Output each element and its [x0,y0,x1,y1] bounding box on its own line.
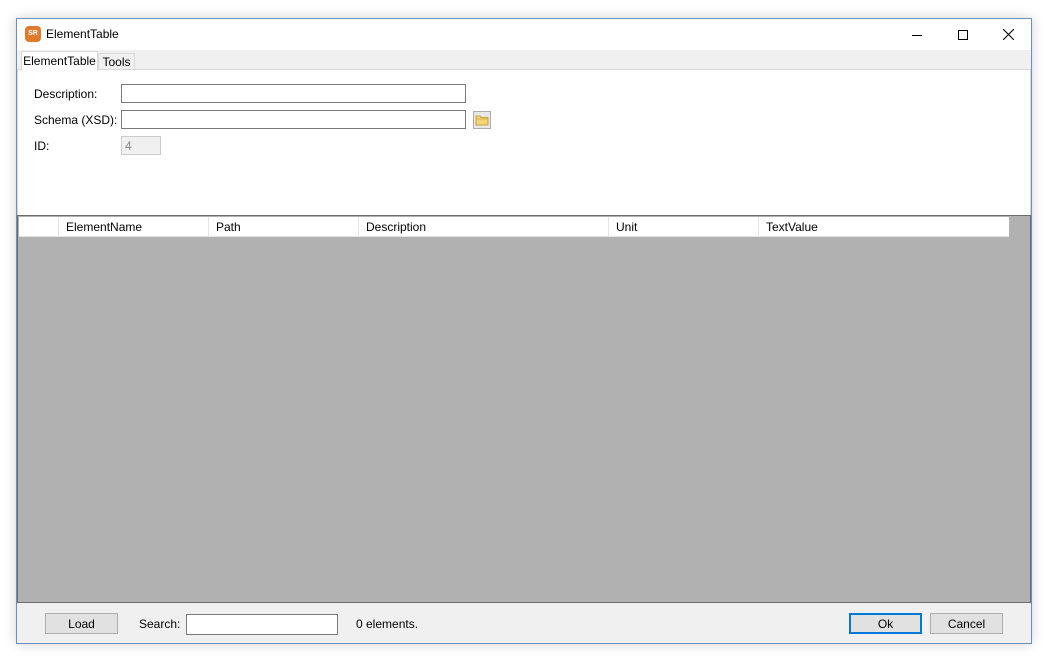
maximize-icon [958,29,968,40]
schema-input[interactable] [121,110,466,129]
search-input[interactable] [186,614,338,635]
schema-label: Schema (XSD): [34,113,118,127]
minimize-button[interactable] [894,19,940,50]
column-header-elementname[interactable]: ElementName [59,217,209,237]
description-label: Description: [34,87,98,101]
load-button[interactable]: Load [45,613,118,634]
cancel-button[interactable]: Cancel [930,613,1003,634]
column-header-textvalue[interactable]: TextValue [759,217,1009,237]
ok-button[interactable]: Ok [849,613,922,634]
tab-tools[interactable]: Tools [98,53,135,70]
elementtable-tab-page: Description: Schema (XSD): ID: [17,69,1031,216]
footer-bar: Load Search: 0 elements. Ok Cancel [17,603,1031,643]
elements-grid[interactable]: ElementName Path Description Unit TextVa… [17,215,1031,603]
close-icon [1002,29,1014,40]
browse-schema-button[interactable] [473,111,491,129]
description-input[interactable] [121,84,466,103]
search-label: Search: [139,617,181,631]
column-header-description[interactable]: Description [359,217,609,237]
column-header-unit[interactable]: Unit [609,217,759,237]
folder-icon [475,115,489,126]
window-title: ElementTable [46,27,119,41]
app-icon: SR [25,26,41,42]
grid-header: ElementName Path Description Unit TextVa… [19,217,1009,237]
element-count: 0 elements. [356,617,419,631]
maximize-button[interactable] [940,19,986,50]
element-table-window: SR ElementTable ElementTable Tools Descr… [16,18,1032,644]
row-header-corner [19,217,59,237]
tab-strip: ElementTable Tools [17,50,1031,71]
tab-elementtable[interactable]: ElementTable [21,51,98,71]
id-field [121,136,161,155]
close-button[interactable] [985,19,1031,50]
minimize-icon [912,34,922,36]
title-bar[interactable]: SR ElementTable [17,19,1031,50]
column-header-path[interactable]: Path [209,217,359,237]
id-label: ID: [34,139,50,153]
